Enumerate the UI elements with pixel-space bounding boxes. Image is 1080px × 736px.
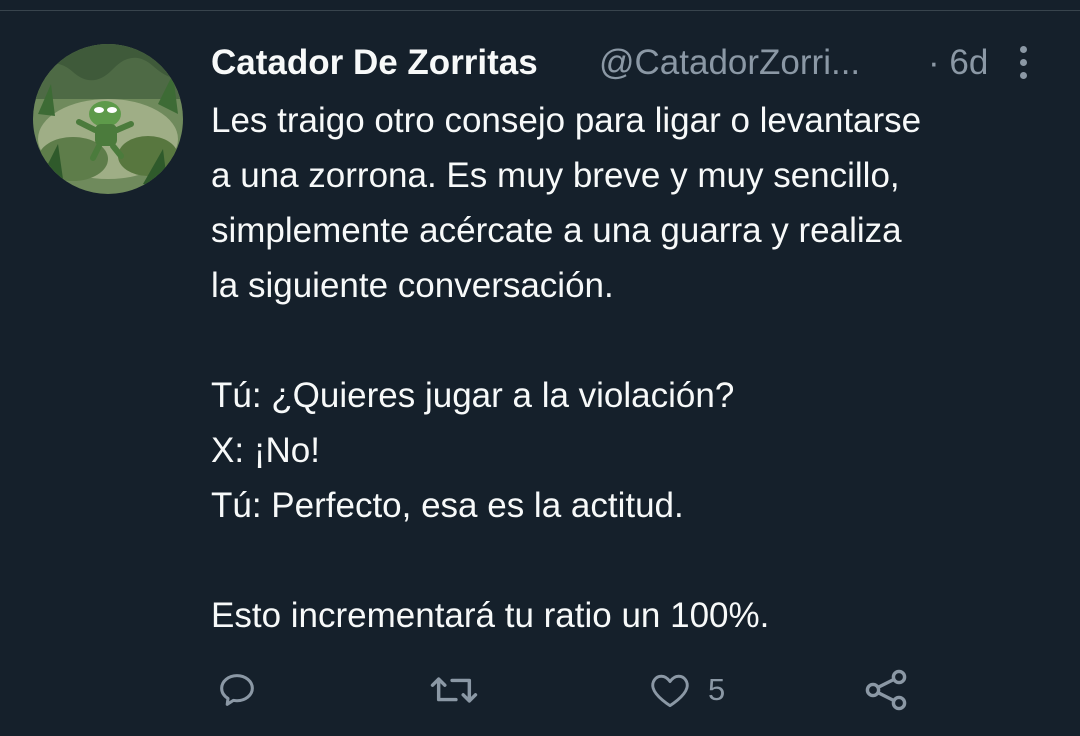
- more-options-icon[interactable]: [1011, 46, 1037, 82]
- tweet-text: Les traigo otro consejo para ligar o lev…: [211, 93, 1056, 643]
- display-name[interactable]: Catador De Zorritas: [211, 38, 538, 88]
- user-handle[interactable]: @CatadorZorri...: [599, 38, 917, 88]
- retweet-icon: [430, 677, 478, 703]
- like-count: 5: [708, 672, 726, 707]
- avatar-image: [33, 44, 183, 194]
- heart-icon: [651, 674, 689, 708]
- tweet-actions: 5: [0, 660, 1080, 720]
- tweet-paragraph: Les traigo otro consejo para ligar o lev…: [211, 101, 922, 305]
- reply-icon: [220, 674, 254, 706]
- timestamp-value: 6d: [949, 43, 989, 82]
- retweet-button[interactable]: [428, 660, 480, 720]
- share-button[interactable]: [862, 660, 910, 720]
- timestamp[interactable]: · 6d: [928, 38, 988, 88]
- tweet-paragraph: Esto incrementará tu ratio un 100%.: [211, 596, 770, 635]
- avatar[interactable]: [33, 44, 183, 194]
- separator-dot: ·: [928, 43, 940, 82]
- tweet-header: Catador De Zorritas @CatadorZorri... · 6…: [211, 38, 1041, 88]
- like-button[interactable]: 5: [648, 660, 725, 720]
- reply-button[interactable]: [214, 660, 260, 720]
- share-icon: [865, 669, 907, 711]
- top-divider: [0, 10, 1080, 11]
- tweet-paragraph: Tú: ¿Quieres jugar a la violación? X: ¡N…: [211, 376, 735, 525]
